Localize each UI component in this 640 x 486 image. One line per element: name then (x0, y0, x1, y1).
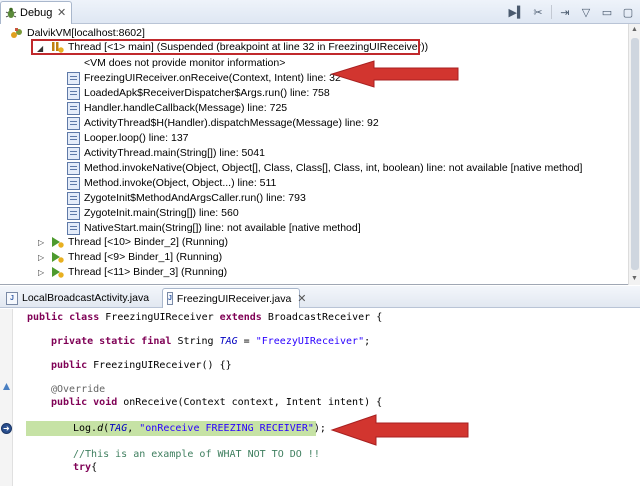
editor-tabbar: J LocalBroadcastActivity.java J Freezing… (0, 286, 640, 308)
toolbar-separator (551, 5, 552, 19)
blank-icon (67, 57, 80, 70)
stack-frame-row[interactable]: Method.invoke(Object, Object...) line: 5… (67, 176, 276, 191)
stack-frame-label: ZygoteInit.main(String[]) line: 560 (84, 207, 239, 219)
stack-frame-row[interactable]: <VM does not provide monitor information… (67, 56, 285, 71)
pointer-arrow-icon (330, 414, 469, 446)
debug-bug-icon (5, 7, 17, 18)
running-thread-label: Thread [<11> Binder_3] (Running) (68, 266, 228, 278)
step-icon[interactable]: ⇥ (557, 4, 573, 20)
running-thread-row[interactable]: Thread [<11> Binder_3] (Running) (51, 265, 227, 280)
stack-frame-label: FreezingUIReceiver.onReceive(Context, In… (84, 72, 341, 84)
code-line: try{ (73, 462, 98, 473)
running-thread-icon (52, 267, 64, 278)
code-line: public void onReceive(Context context, I… (51, 397, 383, 408)
running-thread-label: Thread [<10> Binder_2] (Running) (68, 236, 228, 248)
code-line: @Override (51, 384, 106, 395)
editor-tab-label: LocalBroadcastActivity.java (22, 292, 150, 304)
scrollbar-thumb[interactable] (631, 38, 639, 270)
stack-frame-row[interactable]: NativeStart.main(String[]) line: not ava… (67, 221, 361, 236)
stack-frame-label: <VM does not provide monitor information… (84, 57, 286, 69)
code-line: //This is an example of WHAT NOT TO DO !… (73, 449, 320, 460)
close-icon[interactable]: ✕ (297, 292, 306, 305)
scroll-up-icon[interactable]: ▲ (629, 24, 640, 36)
editor-tab-freezinguireceiver[interactable]: J FreezingUIReceiver.java ✕ (162, 288, 307, 308)
stack-frame-row[interactable]: ZygoteInit$MethodAndArgsCaller.run() lin… (67, 191, 306, 206)
stack-frame-icon (67, 222, 80, 235)
stack-frame-row[interactable]: ZygoteInit.main(String[]) line: 560 (67, 206, 239, 221)
debug-tab[interactable]: Debug ✕ (0, 1, 72, 24)
code-line-current: Log.d(TAG, "onReceive FREEZING RECEIVER"… (73, 423, 326, 434)
scroll-down-icon[interactable]: ▼ (629, 273, 640, 285)
debug-toolbar: ▶▍ ✂ ⇥ ▽ ▭ ▢ (509, 4, 636, 20)
debug-view: Debug ✕ ▶▍ ✂ ⇥ ▽ ▭ ▢ DalvikVM[localhost:… (0, 0, 640, 285)
stack-frame-icon (67, 207, 80, 220)
debug-view-tabbar: Debug ✕ ▶▍ ✂ ⇥ ▽ ▭ ▢ (0, 0, 640, 24)
pointer-arrow-icon (330, 60, 459, 88)
stack-frame-row[interactable]: Handler.handleCallback(Message) line: 72… (67, 101, 287, 116)
view-menu-icon[interactable]: ▽ (578, 4, 594, 20)
stack-frame-icon (67, 117, 80, 130)
java-file-icon: J (167, 292, 173, 305)
stack-frame-label: Method.invokeNative(Object, Object[], Cl… (84, 162, 583, 174)
running-thread-row[interactable]: Thread [<9> Binder_1] (Running) (51, 250, 222, 265)
stack-frame-label: ActivityThread.main(String[]) line: 5041 (84, 147, 265, 159)
stack-frame-icon (67, 192, 80, 205)
stack-frame-icon (67, 87, 80, 100)
stack-frame-row[interactable]: ActivityThread.main(String[]) line: 5041 (67, 146, 265, 161)
debug-tab-label: Debug (20, 7, 53, 19)
code-line: public FreezingUIReceiver() {} (51, 360, 232, 371)
stack-frame-label: NativeStart.main(String[]) line: not ava… (84, 222, 361, 234)
java-file-icon: J (6, 291, 18, 305)
close-icon[interactable]: ✕ (57, 6, 66, 19)
code-editor[interactable]: ➜ public class FreezingUIReceiver extend… (0, 309, 640, 486)
expand-icon[interactable]: ▷ (38, 268, 44, 277)
stack-frame-row[interactable]: Looper.loop() line: 137 (67, 131, 189, 146)
stack-frame-label: ZygoteInit$MethodAndArgsCaller.run() lin… (84, 192, 306, 204)
stack-frame-icon (67, 132, 80, 145)
vm-target-icon (11, 28, 22, 38)
code-text: public class FreezingUIReceiver extends … (0, 309, 640, 486)
stack-frame-row[interactable]: FreezingUIReceiver.onReceive(Context, In… (67, 71, 341, 86)
stack-frame-label: Method.invoke(Object, Object...) line: 5… (84, 177, 277, 189)
stack-frame-label: Looper.loop() line: 137 (84, 132, 189, 144)
stack-frame-icon (67, 102, 80, 115)
code-line: public class FreezingUIReceiver extends … (27, 312, 383, 323)
running-thread-row[interactable]: Thread [<10> Binder_2] (Running) (51, 235, 228, 250)
stack-frame-label: ActivityThread$H(Handler).dispatchMessag… (84, 117, 379, 129)
disconnect-icon[interactable]: ✂ (530, 4, 546, 20)
running-thread-icon (52, 252, 64, 263)
debug-scrollbar[interactable]: ▲ ▼ (628, 24, 640, 285)
editor-tab-label: FreezingUIReceiver.java (176, 292, 292, 305)
stack-frame-row[interactable]: Method.invokeNative(Object, Object[], Cl… (67, 161, 582, 176)
resume-icon[interactable]: ▶▍ (509, 4, 526, 20)
code-line: private static final String TAG = "Freez… (51, 336, 371, 347)
expand-icon[interactable]: ▷ (38, 238, 44, 247)
stack-frame-label: Handler.handleCallback(Message) line: 72… (84, 102, 288, 114)
stack-frame-row[interactable]: LoadedApk$ReceiverDispatcher$Args.run() … (67, 86, 330, 101)
stack-frame-icon (67, 162, 80, 175)
debug-tree: DalvikVM[localhost:8602] ◢ Thread [<1> m… (0, 24, 628, 285)
highlight-box (31, 39, 420, 55)
stack-frame-label: LoadedApk$ReceiverDispatcher$Args.run() … (84, 87, 330, 99)
running-thread-icon (52, 237, 64, 248)
running-thread-label: Thread [<9> Binder_1] (Running) (68, 251, 223, 263)
stack-frame-row[interactable]: ActivityThread$H(Handler).dispatchMessag… (67, 116, 379, 131)
stack-frame-icon (67, 72, 80, 85)
stack-frame-icon (67, 147, 80, 160)
maximize-icon[interactable]: ▢ (620, 4, 636, 20)
expand-icon[interactable]: ▷ (38, 253, 44, 262)
editor-tab-localbroadcastactivity[interactable]: J LocalBroadcastActivity.java (2, 288, 162, 308)
stack-frame-icon (67, 177, 80, 190)
minimize-icon[interactable]: ▭ (599, 4, 615, 20)
